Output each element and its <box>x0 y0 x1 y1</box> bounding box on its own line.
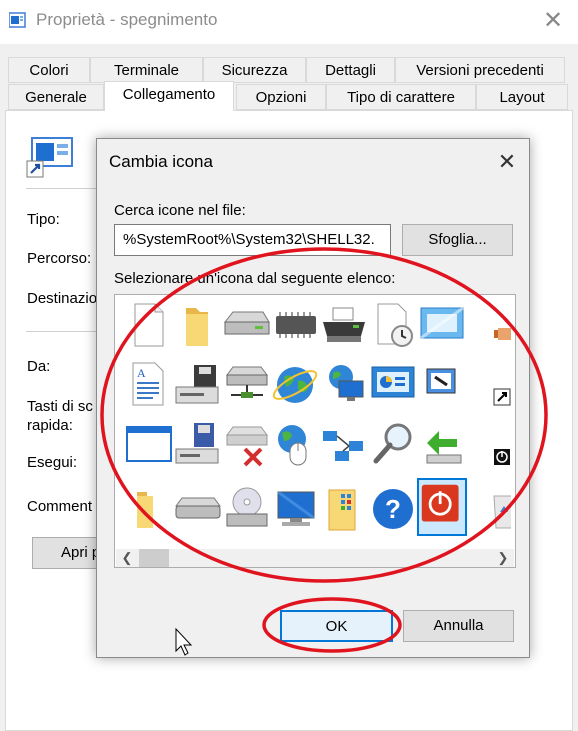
shortcut-app-icon <box>26 137 73 178</box>
pointing-hand-icon[interactable] <box>466 300 511 350</box>
globe-mouse-icon[interactable] <box>270 419 320 469</box>
title-bar: Proprietà - spegnimento ✕ <box>0 0 578 44</box>
tab-tipo-di-carattere[interactable]: Tipo di carattere <box>326 84 476 110</box>
icon-list-label: Selezionare un'icona dal seguente elenco… <box>114 270 396 287</box>
label-tipo: Tipo: <box>27 211 60 228</box>
shortcut-arrow-icon[interactable] <box>466 359 511 409</box>
app-window-icon <box>9 12 26 28</box>
scroll-left-icon[interactable]: ❮ <box>120 549 134 567</box>
memory-chip-icon[interactable] <box>270 300 320 350</box>
tab-layout[interactable]: Layout <box>476 84 568 110</box>
tab-generale[interactable]: Generale <box>8 84 104 110</box>
blank-document-icon[interactable] <box>123 300 173 350</box>
magnifier-icon[interactable] <box>368 419 418 469</box>
app-window-icon[interactable] <box>417 359 467 409</box>
disconnected-drive-icon[interactable] <box>221 419 271 469</box>
hard-drive-icon[interactable] <box>221 300 271 350</box>
network-drive-icon[interactable] <box>221 359 271 409</box>
control-panel-icon[interactable] <box>368 359 418 409</box>
text-document-icon[interactable]: A <box>123 359 173 409</box>
label-tasti-scelta-rapida-2: rapida: <box>27 417 73 434</box>
document-clock-icon[interactable] <box>368 300 418 350</box>
floppy-computer-icon[interactable] <box>172 419 222 469</box>
tab-opzioni[interactable]: Opzioni <box>236 84 326 110</box>
drive-icon[interactable] <box>172 484 222 534</box>
divider <box>26 331 96 332</box>
network-icon[interactable] <box>319 419 369 469</box>
blank-window-icon[interactable] <box>123 419 173 469</box>
help-icon[interactable]: ? <box>368 484 418 534</box>
horizontal-scrollbar[interactable]: ❮ ❯ <box>116 549 514 567</box>
label-destinazione: Destinazio <box>27 290 98 307</box>
icon-file-input[interactable]: %SystemRoot%\System32\SHELL32. <box>114 224 391 256</box>
green-arrow-drive-icon[interactable] <box>417 419 467 469</box>
label-percorso: Percorso: <box>27 250 92 267</box>
window-tiles-icon[interactable] <box>417 300 467 350</box>
power-small-icon[interactable] <box>466 419 511 469</box>
scroll-right-icon[interactable]: ❯ <box>496 549 510 567</box>
printer-icon[interactable] <box>319 300 369 350</box>
label-tasti-scelta-rapida: Tasti di sc <box>27 398 93 415</box>
ok-button[interactable]: OK <box>280 610 393 642</box>
dialog-close-icon[interactable]: ✕ <box>494 149 520 175</box>
dialog-title: Cambia icona <box>109 152 213 171</box>
power-off-icon[interactable] <box>417 478 467 536</box>
help-glyph: ? <box>385 494 401 524</box>
search-file-label: Cerca icone nel file: <box>114 202 246 219</box>
label-commento: Comment <box>27 498 93 515</box>
scroll-thumb[interactable] <box>139 549 169 567</box>
browse-button[interactable]: Sfoglia... <box>402 224 513 256</box>
folder-icon[interactable] <box>172 300 222 350</box>
change-icon-dialog: Cambia icona ✕ Cerca icone nel file: %Sy… <box>96 138 530 658</box>
tab-colori[interactable]: Colori <box>8 57 90 83</box>
tab-versioni-precedenti[interactable]: Versioni precedenti <box>395 57 565 83</box>
tab-sicurezza[interactable]: Sicurezza <box>203 57 306 83</box>
tab-terminale[interactable]: Terminale <box>90 57 203 83</box>
label-da: Da: <box>27 358 51 375</box>
folder-partial-icon[interactable] <box>123 484 173 534</box>
label-esegui: Esegui: <box>27 454 78 471</box>
cancel-button[interactable]: Annulla <box>403 610 514 642</box>
recycle-bin-icon[interactable] <box>466 484 511 534</box>
network-globe-monitor-icon[interactable] <box>319 359 369 409</box>
divider <box>26 188 96 189</box>
tab-collegamento[interactable]: Collegamento <box>104 81 234 111</box>
folder-grid-icon[interactable] <box>319 484 369 534</box>
icon-list[interactable]: A ? ❮ ❯ <box>114 294 516 568</box>
close-icon[interactable]: ✕ <box>540 8 566 34</box>
window-title: Proprietà - spegnimento <box>36 10 218 29</box>
computer-floppy-icon[interactable] <box>172 359 222 409</box>
globe-icon[interactable] <box>270 359 320 409</box>
monitor-icon[interactable] <box>270 484 320 534</box>
svg-text:A: A <box>137 366 146 380</box>
tab-dettagli[interactable]: Dettagli <box>306 57 395 83</box>
cd-drive-icon[interactable] <box>221 484 271 534</box>
